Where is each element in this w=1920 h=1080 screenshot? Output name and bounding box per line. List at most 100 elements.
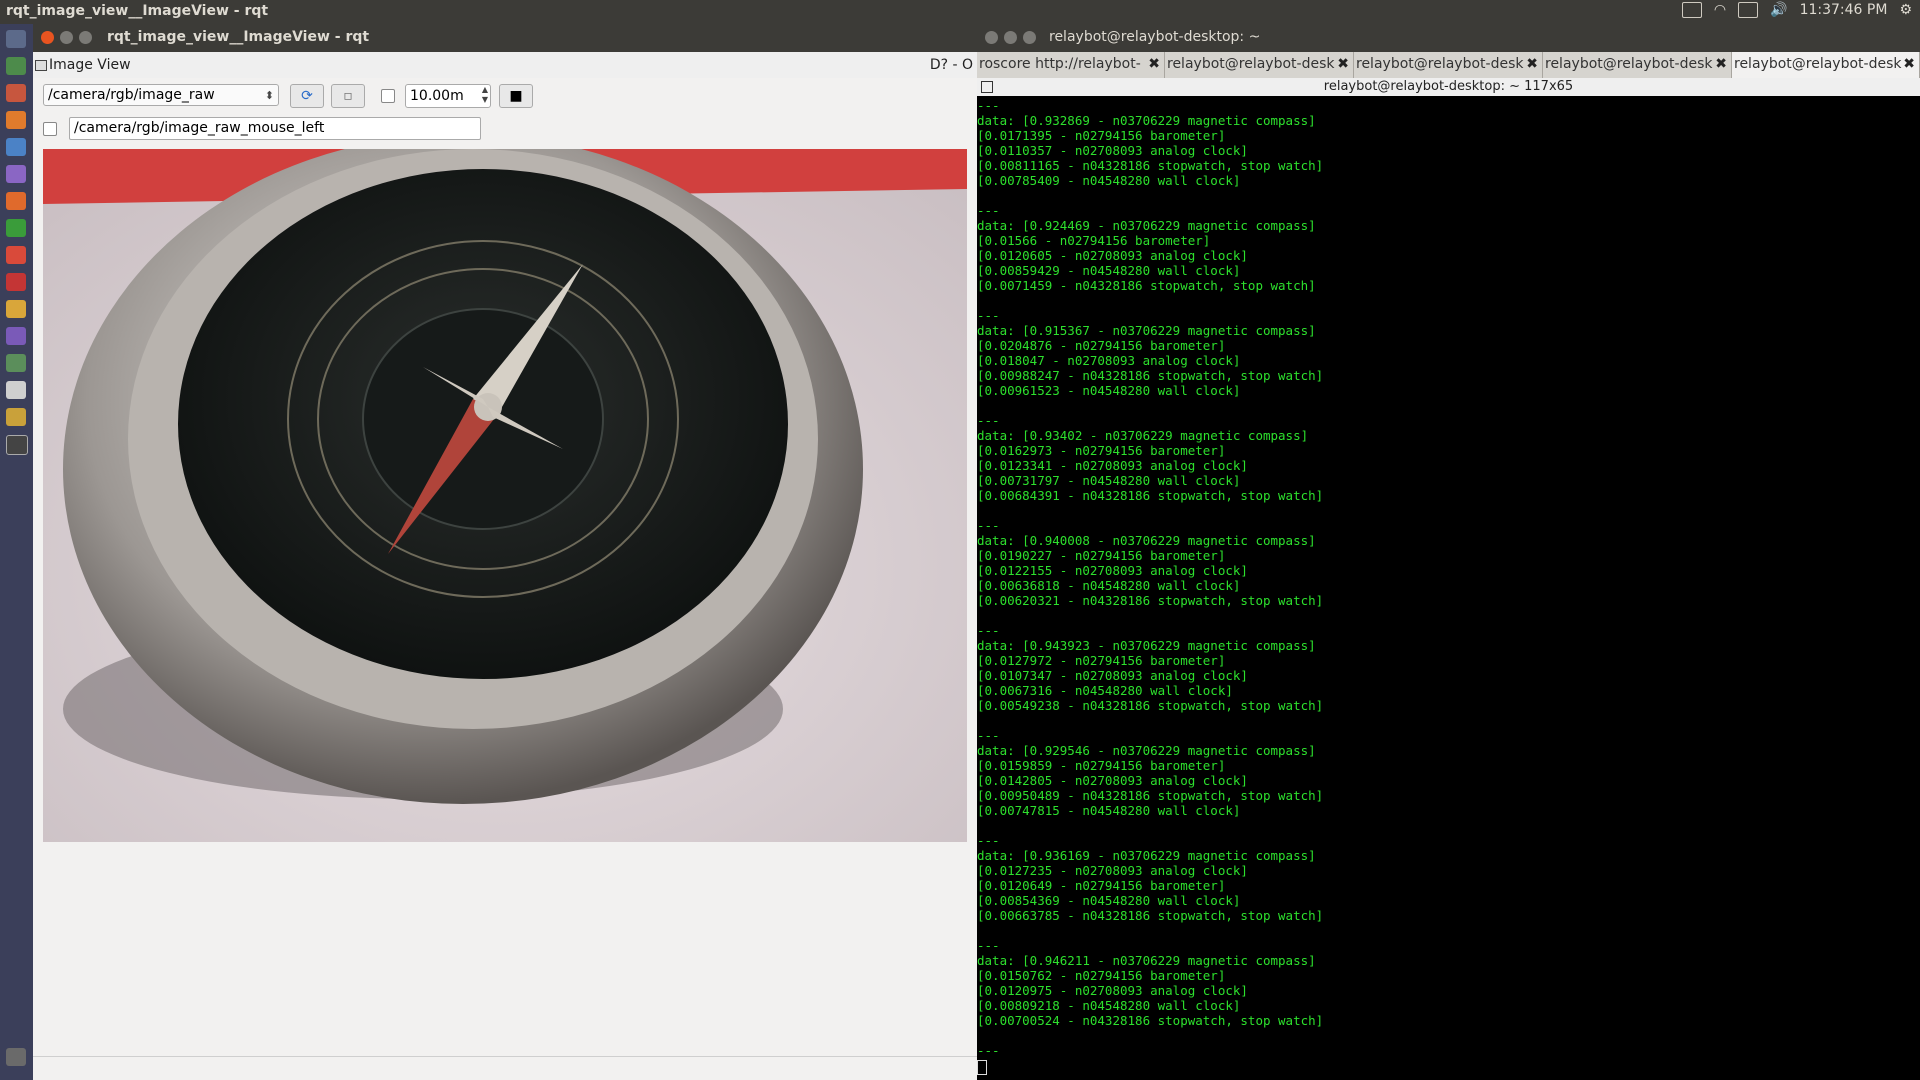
tab-relaybot-1[interactable]: relaybot@relaybot-desk ✖	[1165, 52, 1354, 78]
terminal-line: [0.0071459 - n04328186 stopwatch, stop w…	[977, 278, 1316, 293]
battery-icon[interactable]	[1738, 2, 1759, 18]
terminal-maximize-icon[interactable]	[1023, 31, 1036, 44]
plugin-header: Image View D? - O	[33, 52, 977, 78]
terminal-line: data: [0.943923 - n03706229 magnetic com…	[977, 638, 1316, 653]
terminal-line: ---	[977, 1043, 1000, 1058]
dash-icon[interactable]	[6, 30, 26, 48]
terminal-close-icon[interactable]	[985, 31, 998, 44]
terminal-line: data: [0.932869 - n03706229 magnetic com…	[977, 113, 1316, 128]
monitor-icon[interactable]	[6, 273, 26, 291]
terminal-line: [0.00785409 - n04548280 wall clock]	[977, 173, 1241, 188]
terminal-small-icon[interactable]	[6, 435, 28, 455]
clock[interactable]: 11:37:46 PM	[1800, 2, 1888, 18]
plugin-title: Image View	[49, 57, 131, 73]
terminal-line: [0.0159859 - n02794156 barometer]	[977, 758, 1226, 773]
minimize-icon[interactable]	[60, 31, 73, 44]
save-image-button[interactable]: ■	[499, 84, 533, 108]
terminal-line: [0.00700524 - n04328186 stopwatch, stop …	[977, 1013, 1324, 1028]
terminal-line: [0.0120975 - n02708093 analog clock]	[977, 983, 1248, 998]
tab-roscore[interactable]: roscore http://relaybot- ✖	[977, 52, 1165, 78]
compass-photo	[43, 149, 967, 842]
keyboard-icon[interactable]	[1681, 2, 1702, 18]
tab-label: relaybot@relaybot-desk	[1167, 56, 1335, 72]
files-icon[interactable]	[6, 84, 26, 102]
volume-icon[interactable]: 🔊	[1770, 2, 1787, 18]
mouse-topic-field[interactable]: /camera/rgb/image_raw_mouse_left	[69, 117, 481, 140]
timeout-spinbox[interactable]: 10.00m ▲ ▼	[405, 84, 491, 108]
terminal-line: [0.00988247 - n04328186 stopwatch, stop …	[977, 368, 1324, 383]
tab-relaybot-3[interactable]: relaybot@relaybot-desk ✖	[1543, 52, 1732, 78]
rqt-icon[interactable]	[6, 354, 26, 372]
terminal-tabs: roscore http://relaybot- ✖ relaybot@relay…	[977, 52, 1920, 78]
terminal-line: [0.0171395 - n02794156 barometer]	[977, 128, 1226, 143]
terminal-line: [0.0107347 - n02708093 analog clock]	[977, 668, 1248, 683]
thunderbird-icon[interactable]	[6, 138, 26, 156]
terminal-line: [0.0142805 - n02708093 analog clock]	[977, 773, 1248, 788]
terminal-line: [0.0150762 - n02794156 barometer]	[977, 968, 1226, 983]
terminal-line: [0.018047 - n02708093 analog clock]	[977, 353, 1241, 368]
timeout-value: 10.00m	[410, 88, 464, 104]
mouse-topic-value: /camera/rgb/image_raw_mouse_left	[74, 120, 325, 136]
tab-close-icon[interactable]: ✖	[1148, 52, 1160, 76]
system-tray: ◠ 🔊 11:37:46 PM ⚙	[1681, 2, 1912, 18]
terminal-line: [0.01566 - n02794156 barometer]	[977, 233, 1211, 248]
power-gear-icon[interactable]: ⚙	[1899, 2, 1912, 18]
calc-icon[interactable]	[6, 219, 26, 237]
tab-relaybot-4[interactable]: relaybot@relaybot-desk ✖	[1732, 52, 1920, 78]
refresh-button[interactable]: ⟳	[290, 84, 324, 108]
maximize-icon[interactable]	[79, 31, 92, 44]
topic-value: /camera/rgb/image_raw	[48, 87, 215, 103]
terminal-line: ---	[977, 308, 1000, 323]
settings-icon[interactable]	[6, 246, 26, 264]
terminal-line: ---	[977, 518, 1000, 533]
terminal-icon[interactable]	[6, 57, 26, 75]
software-icon[interactable]	[6, 192, 26, 210]
tab-label: relaybot@relaybot-desk	[1356, 56, 1524, 72]
spin-arrows-icon[interactable]: ▲ ▼	[482, 85, 488, 105]
publish-mouse-checkbox[interactable]	[43, 122, 57, 136]
image-viewer-icon[interactable]	[6, 327, 26, 345]
split-icon[interactable]	[981, 81, 993, 93]
launcher	[0, 24, 33, 1080]
screen-icon[interactable]	[6, 381, 26, 399]
combo-arrow-icon: ⬍	[264, 89, 274, 102]
plugin-controls[interactable]: D? - O	[930, 57, 973, 73]
terminal-line: [0.00961523 - n04548280 wall clock]	[977, 383, 1241, 398]
terminal-line: ---	[977, 203, 1000, 218]
zoom-button[interactable]: ▫	[331, 84, 365, 108]
terminal-line: [0.00731797 - n04548280 wall clock]	[977, 473, 1241, 488]
terminal-line: data: [0.924469 - n03706229 magnetic com…	[977, 218, 1316, 233]
tab-close-icon[interactable]: ✖	[1903, 52, 1915, 76]
tab-close-icon[interactable]: ✖	[1337, 52, 1349, 76]
save-icon: ■	[509, 88, 523, 104]
terminal-line: [0.0067316 - n04548280 wall clock]	[977, 683, 1233, 698]
terminal-line: [0.0204876 - n02794156 barometer]	[977, 338, 1226, 353]
trash-icon[interactable]	[6, 1048, 26, 1066]
camera-image[interactable]	[43, 149, 967, 842]
terminal-minimize-icon[interactable]	[1004, 31, 1017, 44]
terminal-output[interactable]: --- data: [0.932869 - n03706229 magnetic …	[977, 98, 1920, 1078]
tab-label: relaybot@relaybot-desk	[1734, 56, 1902, 72]
tab-close-icon[interactable]: ✖	[1715, 52, 1727, 76]
smooth-scaling-checkbox[interactable]	[381, 89, 395, 103]
status-divider	[33, 1056, 977, 1057]
terminal-titlebar: relaybot@relaybot-desktop: ~	[977, 24, 1920, 52]
tab-close-icon[interactable]: ✖	[1526, 52, 1538, 76]
tab-relaybot-2[interactable]: relaybot@relaybot-desk ✖	[1354, 52, 1543, 78]
media-icon[interactable]	[6, 165, 26, 183]
tab-label: relaybot@relaybot-desk	[1545, 56, 1713, 72]
text-editor-icon[interactable]	[6, 300, 26, 318]
camera-icon[interactable]	[6, 408, 26, 426]
terminal-line: ---	[977, 728, 1000, 743]
wifi-icon[interactable]: ◠	[1714, 2, 1726, 18]
close-icon[interactable]	[41, 31, 54, 44]
terminal-line: ---	[977, 833, 1000, 848]
topic-combobox[interactable]: /camera/rgb/image_raw ⬍	[43, 84, 279, 106]
refresh-icon: ⟳	[301, 88, 313, 104]
zoom-icon: ▫	[343, 88, 353, 104]
firefox-icon[interactable]	[6, 111, 26, 129]
